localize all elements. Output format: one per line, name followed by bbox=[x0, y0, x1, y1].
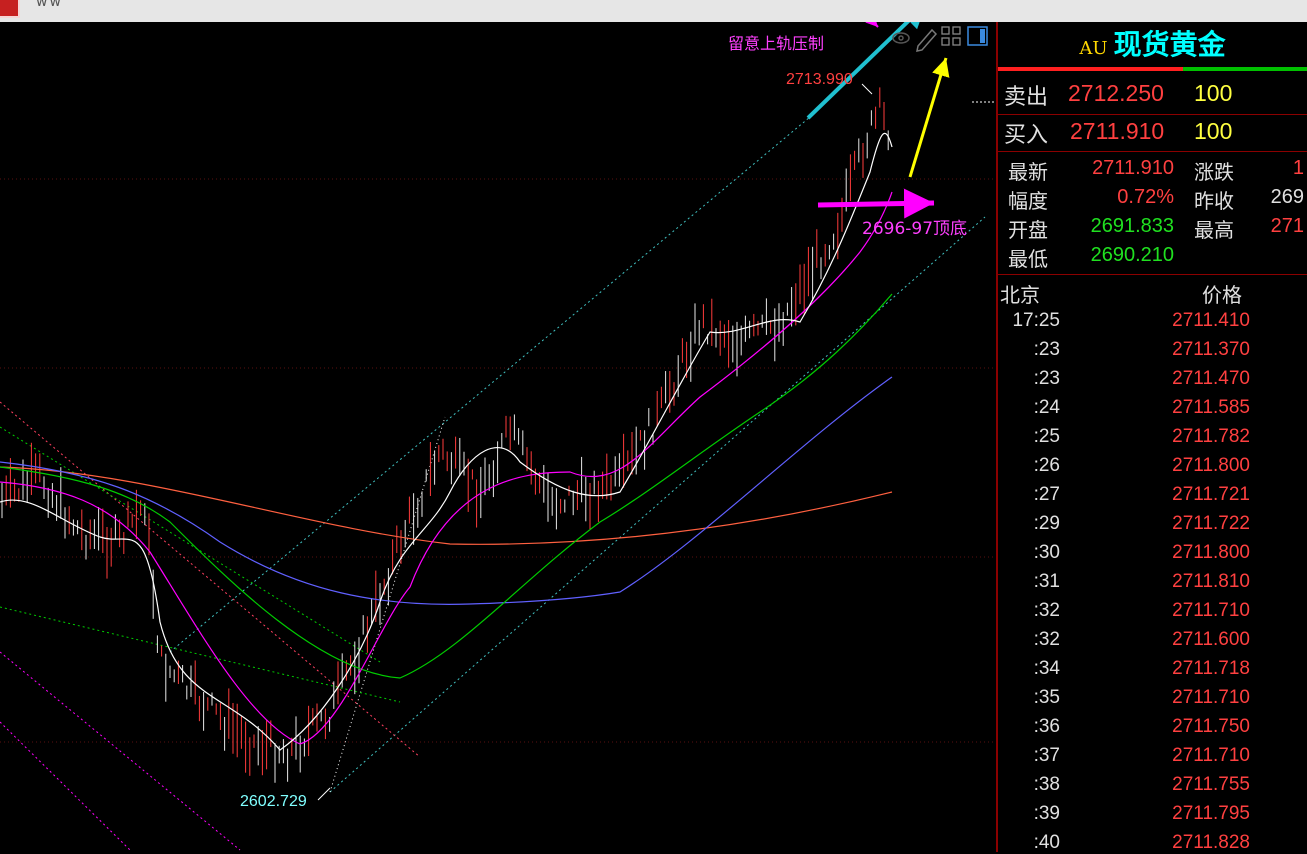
sell-price: 2712.250 bbox=[1068, 80, 1164, 106]
open-label: 开盘 bbox=[1008, 218, 1048, 242]
buy-volume: 100 bbox=[1194, 118, 1233, 144]
ticks-time-header: 北京 bbox=[1000, 283, 1040, 307]
tick-price: 2711.828 bbox=[1172, 832, 1250, 853]
channel-lines bbox=[0, 116, 986, 851]
ma-fast-line bbox=[0, 132, 893, 751]
grid-icon[interactable] bbox=[941, 26, 961, 46]
tick-time: :32 bbox=[1033, 600, 1060, 621]
tick-price: 2711.370 bbox=[1172, 339, 1250, 360]
tick-price: 2711.755 bbox=[1172, 774, 1250, 795]
latest-label: 最新 bbox=[1008, 160, 1048, 184]
tick-price: 2711.810 bbox=[1172, 571, 1250, 592]
tick-price: 2711.800 bbox=[1172, 455, 1250, 476]
low-label: 最低 bbox=[1008, 247, 1048, 271]
chart-toolbar[interactable] bbox=[892, 26, 988, 52]
pencil-icon[interactable] bbox=[916, 28, 938, 52]
low-price-marker: 2602.729 bbox=[240, 793, 307, 810]
open-value: 2691.833 bbox=[1090, 215, 1174, 237]
high-price-marker: 2713.990 bbox=[786, 71, 853, 88]
tick-time: :27 bbox=[1033, 484, 1060, 505]
buy-label: 买入 bbox=[1004, 123, 1049, 148]
ticks-price-header: 价格 bbox=[1202, 283, 1242, 307]
tick-time: :39 bbox=[1033, 803, 1060, 824]
tick-price: 2711.795 bbox=[1172, 803, 1250, 824]
symbol-name: 现货黄金 bbox=[1113, 28, 1226, 61]
tick-time: :32 bbox=[1033, 629, 1060, 650]
tick-time: :23 bbox=[1033, 339, 1060, 360]
tick-price: 2711.750 bbox=[1172, 716, 1250, 737]
magenta-small-arrow bbox=[865, 22, 879, 28]
latest-value: 2711.910 bbox=[1092, 157, 1174, 179]
tick-time: :38 bbox=[1033, 774, 1060, 795]
change-value: 1 bbox=[1292, 157, 1304, 179]
symbol-code: AU bbox=[1079, 38, 1108, 59]
window-title-bar: ww bbox=[0, 0, 1307, 23]
tick-price: 2711.710 bbox=[1172, 600, 1250, 621]
tick-time: :23 bbox=[1033, 368, 1060, 389]
app-icon[interactable] bbox=[0, 0, 20, 18]
buy-price: 2711.910 bbox=[1070, 118, 1165, 144]
ma-mid-line bbox=[0, 191, 893, 745]
tick-time: :30 bbox=[1033, 542, 1060, 563]
tick-time: :26 bbox=[1033, 455, 1060, 476]
title-underline bbox=[998, 67, 1307, 71]
tick-time: :25 bbox=[1033, 426, 1060, 447]
tick-price: 2711.718 bbox=[1172, 658, 1250, 679]
tick-price: 2711.600 bbox=[1172, 629, 1250, 650]
tick-price: 2711.782 bbox=[1172, 426, 1250, 447]
tick-time: :29 bbox=[1033, 513, 1060, 534]
tick-price: 2711.722 bbox=[1172, 513, 1250, 534]
tick-price: 2711.585 bbox=[1172, 397, 1250, 418]
tick-time: :37 bbox=[1033, 745, 1060, 766]
sell-volume: 100 bbox=[1194, 80, 1233, 106]
tick-time: :40 bbox=[1033, 832, 1060, 853]
upper-rail-annotation: 留意上轨压制 bbox=[728, 34, 825, 53]
tick-price: 2711.800 bbox=[1172, 542, 1250, 563]
tick-time: :35 bbox=[1033, 687, 1060, 708]
ma-longest-line bbox=[0, 466, 893, 545]
magenta-arrow bbox=[817, 188, 935, 219]
candlestick-series bbox=[1, 87, 889, 783]
high-label: 最高 bbox=[1194, 218, 1234, 242]
amplitude-value: 0.72% bbox=[1117, 186, 1174, 208]
tick-price: 2711.410 bbox=[1172, 310, 1250, 331]
prev-close-value: 269 bbox=[1270, 186, 1304, 208]
high-pointer bbox=[861, 83, 873, 95]
tick-time: :36 bbox=[1033, 716, 1060, 737]
sell-label: 卖出 bbox=[1004, 85, 1049, 110]
yellow-arrow bbox=[908, 57, 950, 178]
tick-time: :24 bbox=[1033, 397, 1060, 418]
low-pointer bbox=[317, 787, 331, 801]
kline-chart-pane[interactable]: 留意上轨压制 2713.990 2696-97顶底 2602.729 bbox=[0, 22, 996, 852]
kline-chart[interactable] bbox=[0, 22, 996, 852]
moving-averages bbox=[0, 132, 893, 751]
support-annotation: 2696-97顶底 bbox=[862, 219, 968, 239]
prev-close-label: 昨收 bbox=[1194, 189, 1234, 213]
panel-toggle-icon[interactable] bbox=[967, 26, 988, 46]
tick-time: :34 bbox=[1033, 658, 1060, 679]
tick-price: 2711.710 bbox=[1172, 687, 1250, 708]
tick-price: 2711.470 bbox=[1172, 368, 1250, 389]
tick-price: 2711.710 bbox=[1172, 745, 1250, 766]
window-title-glyph: ww bbox=[36, 0, 63, 10]
amplitude-label: 幅度 bbox=[1008, 189, 1048, 213]
eye-icon[interactable] bbox=[892, 32, 910, 44]
change-label: 涨跌 bbox=[1194, 160, 1234, 184]
tick-time: 17:25 bbox=[1012, 310, 1060, 331]
ma-long-line bbox=[0, 376, 893, 605]
low-value: 2690.210 bbox=[1090, 244, 1174, 266]
quote-panel: AU 现货黄金 卖出 2712.250 100 买入 2711.910 100 最… bbox=[998, 22, 1307, 853]
tick-price: 2711.721 bbox=[1172, 484, 1250, 505]
high-value: 271 bbox=[1270, 215, 1304, 237]
tick-time: :31 bbox=[1033, 571, 1060, 592]
symbol-title: AU 现货黄金 bbox=[998, 22, 1307, 68]
